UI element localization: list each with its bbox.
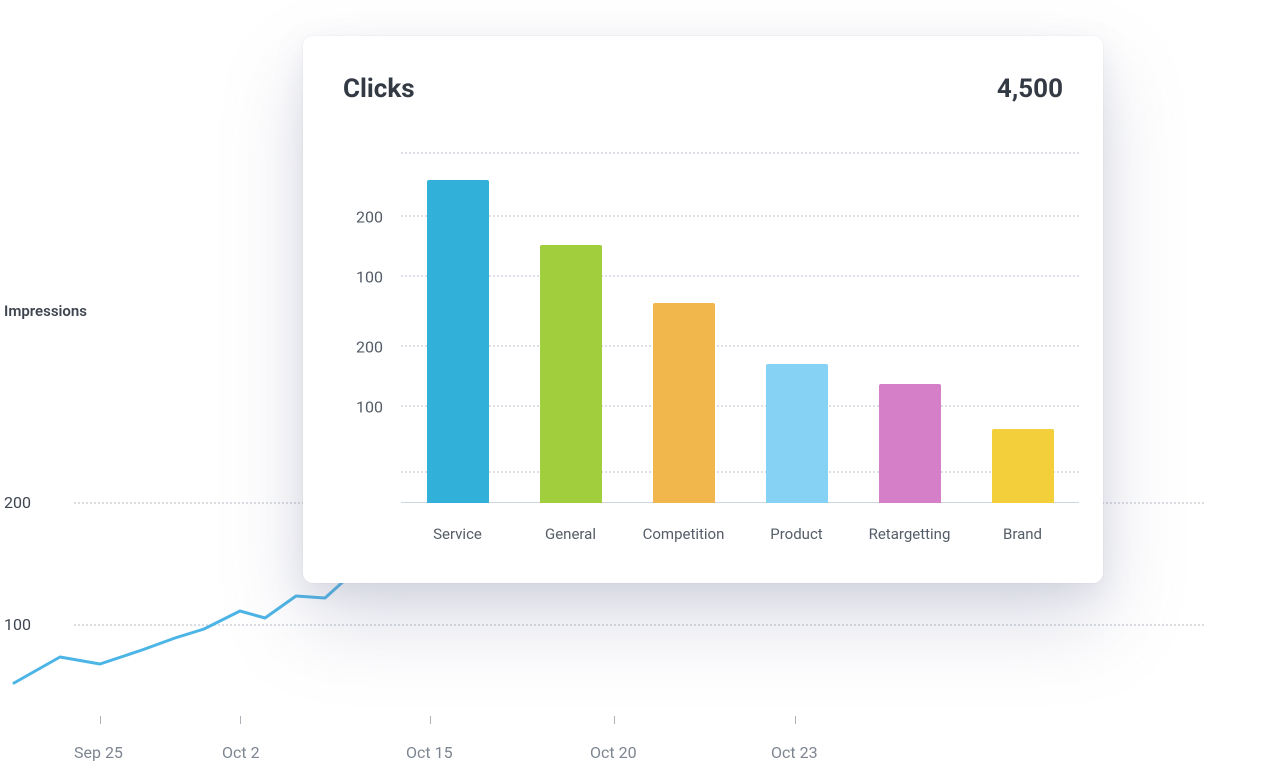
impressions-ytick: 200 bbox=[4, 493, 31, 512]
clicks-bar-slot: General bbox=[514, 245, 627, 503]
impressions-xaxis-tick bbox=[430, 716, 431, 724]
impressions-xtick: Sep 25 bbox=[74, 743, 123, 762]
impressions-xtick: Oct 23 bbox=[771, 743, 818, 762]
clicks-bar-label: Competition bbox=[643, 525, 725, 543]
clicks-ytick: 200 bbox=[356, 208, 383, 227]
impressions-xaxis-tick bbox=[614, 716, 615, 724]
impressions-gridline bbox=[74, 624, 1204, 626]
impressions-ytick: 100 bbox=[4, 615, 31, 634]
clicks-title: Clicks bbox=[343, 74, 415, 104]
clicks-bar-label: Retargetting bbox=[869, 525, 951, 543]
clicks-bar-label: Product bbox=[770, 525, 822, 543]
clicks-bar-general bbox=[540, 245, 602, 503]
impressions-xaxis-tick bbox=[795, 716, 796, 724]
impressions-xtick: Oct 20 bbox=[590, 743, 637, 762]
clicks-bar-slot: Service bbox=[401, 180, 514, 503]
clicks-bar-slot: Product bbox=[740, 364, 853, 503]
clicks-ytick: 100 bbox=[356, 397, 383, 416]
impressions-title: Impressions bbox=[4, 302, 87, 320]
clicks-bar-slot: Brand bbox=[966, 429, 1079, 503]
clicks-bars-container: Service General Competition Product Reta… bbox=[401, 152, 1079, 503]
clicks-plot: 200 100 200 100 Service General Co bbox=[401, 152, 1079, 503]
impressions-xtick: Oct 2 bbox=[222, 743, 260, 762]
clicks-bar-label: Service bbox=[433, 525, 482, 543]
impressions-xaxis-tick bbox=[100, 716, 101, 724]
clicks-bar-label: Brand bbox=[1003, 525, 1042, 543]
clicks-bar-retargetting bbox=[879, 384, 941, 503]
clicks-bar-service bbox=[427, 180, 489, 503]
clicks-bar-slot: Competition bbox=[627, 303, 740, 503]
clicks-ytick: 100 bbox=[356, 267, 383, 286]
clicks-ytick: 200 bbox=[356, 338, 383, 357]
clicks-bar-product bbox=[766, 364, 828, 503]
clicks-card: Clicks 4,500 200 100 200 100 Service bbox=[303, 36, 1103, 583]
impressions-xtick: Oct 15 bbox=[406, 743, 453, 762]
impressions-xaxis-tick bbox=[240, 716, 241, 724]
clicks-bar-brand bbox=[992, 429, 1054, 503]
clicks-bar-slot: Retargetting bbox=[853, 384, 966, 503]
clicks-bar-label: General bbox=[545, 525, 596, 543]
clicks-bar-competition bbox=[653, 303, 715, 503]
clicks-total: 4,500 bbox=[997, 74, 1063, 104]
